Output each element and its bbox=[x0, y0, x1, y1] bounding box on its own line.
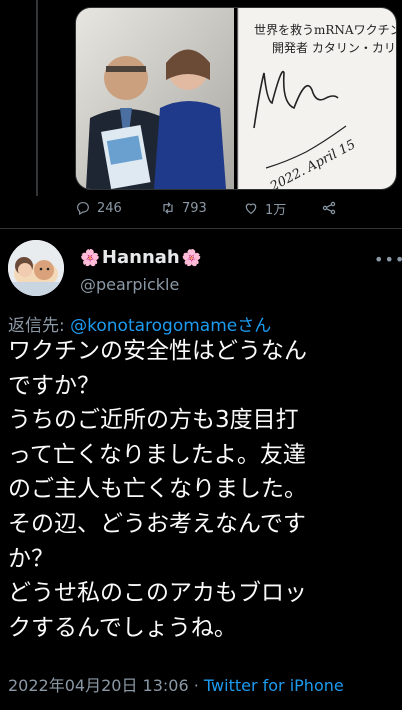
like-button[interactable]: 1万 bbox=[243, 199, 286, 218]
tweet-divider bbox=[0, 228, 402, 229]
photo-right-signed-page[interactable]: 世界を救うmRNAワクチン 開発者 カタリン・カリコ 2022. April 1… bbox=[237, 8, 396, 189]
tweet-source-link[interactable]: Twitter for iPhone bbox=[204, 676, 344, 695]
thread-connector-line bbox=[36, 0, 38, 196]
author-name[interactable]: 🌸 Hannah 🌸 bbox=[80, 247, 202, 268]
photo-left[interactable] bbox=[76, 8, 234, 189]
reply-button[interactable]: 246 bbox=[75, 200, 122, 216]
author-handle[interactable]: @pearpickle bbox=[80, 275, 179, 294]
like-count: 1万 bbox=[265, 202, 287, 218]
avatar[interactable] bbox=[8, 240, 64, 296]
author-display-name: Hannah bbox=[101, 247, 180, 268]
tweet-meta: 2022年04月20日 13:06 · Twitter for iPhone bbox=[8, 672, 344, 696]
more-options-icon[interactable]: ••• bbox=[374, 250, 402, 269]
retweet-button[interactable]: 793 bbox=[160, 200, 207, 216]
flower-emoji-left: 🌸 bbox=[80, 248, 100, 267]
book-title-line2: 開発者 カタリン・カリコ bbox=[272, 41, 396, 55]
tweet-action-bar: 246 793 1万 bbox=[75, 198, 395, 218]
avatar-illustration bbox=[8, 240, 64, 296]
photo-grid[interactable]: 世界を救うmRNAワクチン 開発者 カタリン・カリコ 2022. April 1… bbox=[75, 7, 397, 190]
share-icon bbox=[322, 201, 336, 215]
tweet-timestamp[interactable]: 2022年04月20日 13:06 bbox=[8, 676, 189, 695]
reply-count: 246 bbox=[97, 200, 122, 216]
meta-separator: · bbox=[188, 676, 204, 695]
flower-emoji-right: 🌸 bbox=[181, 248, 202, 267]
reply-target-link[interactable]: @konotarogomameさん bbox=[70, 316, 271, 336]
heart-icon bbox=[245, 203, 257, 215]
photo-grid-svg: 世界を救うmRNAワクチン 開発者 カタリン・カリコ 2022. April 1… bbox=[76, 8, 396, 189]
share-button[interactable] bbox=[321, 200, 337, 216]
reply-prefix: 返信先: bbox=[8, 316, 71, 336]
retweet-count: 793 bbox=[182, 200, 207, 216]
reply-context: 返信先: @konotarogomameさん bbox=[8, 311, 271, 336]
book-title-line1: 世界を救うmRNAワクチン bbox=[254, 22, 396, 37]
reply-icon bbox=[77, 202, 89, 216]
tweet-text: ワクチンの安全性はどうなん ですか？ うちのご近所の方も3度目打 って亡くなりま… bbox=[8, 338, 307, 641]
retweet-icon bbox=[163, 202, 173, 214]
